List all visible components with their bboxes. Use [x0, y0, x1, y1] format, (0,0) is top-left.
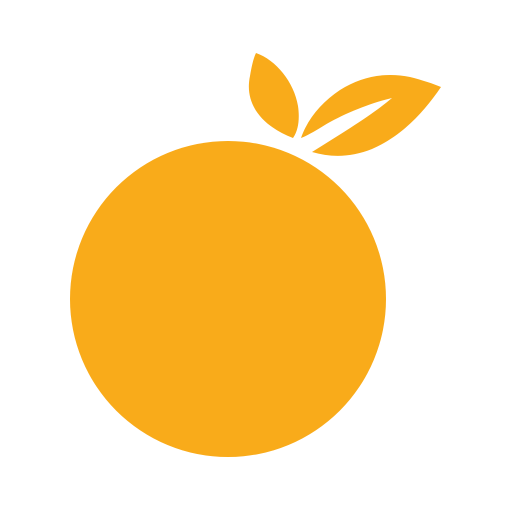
- large-leaf-shape: [301, 74, 441, 156]
- orange-body-shape: [70, 141, 386, 457]
- orange-fruit-icon: [70, 53, 441, 457]
- small-leaf-shape: [248, 53, 299, 138]
- icon-canvas: [0, 0, 512, 512]
